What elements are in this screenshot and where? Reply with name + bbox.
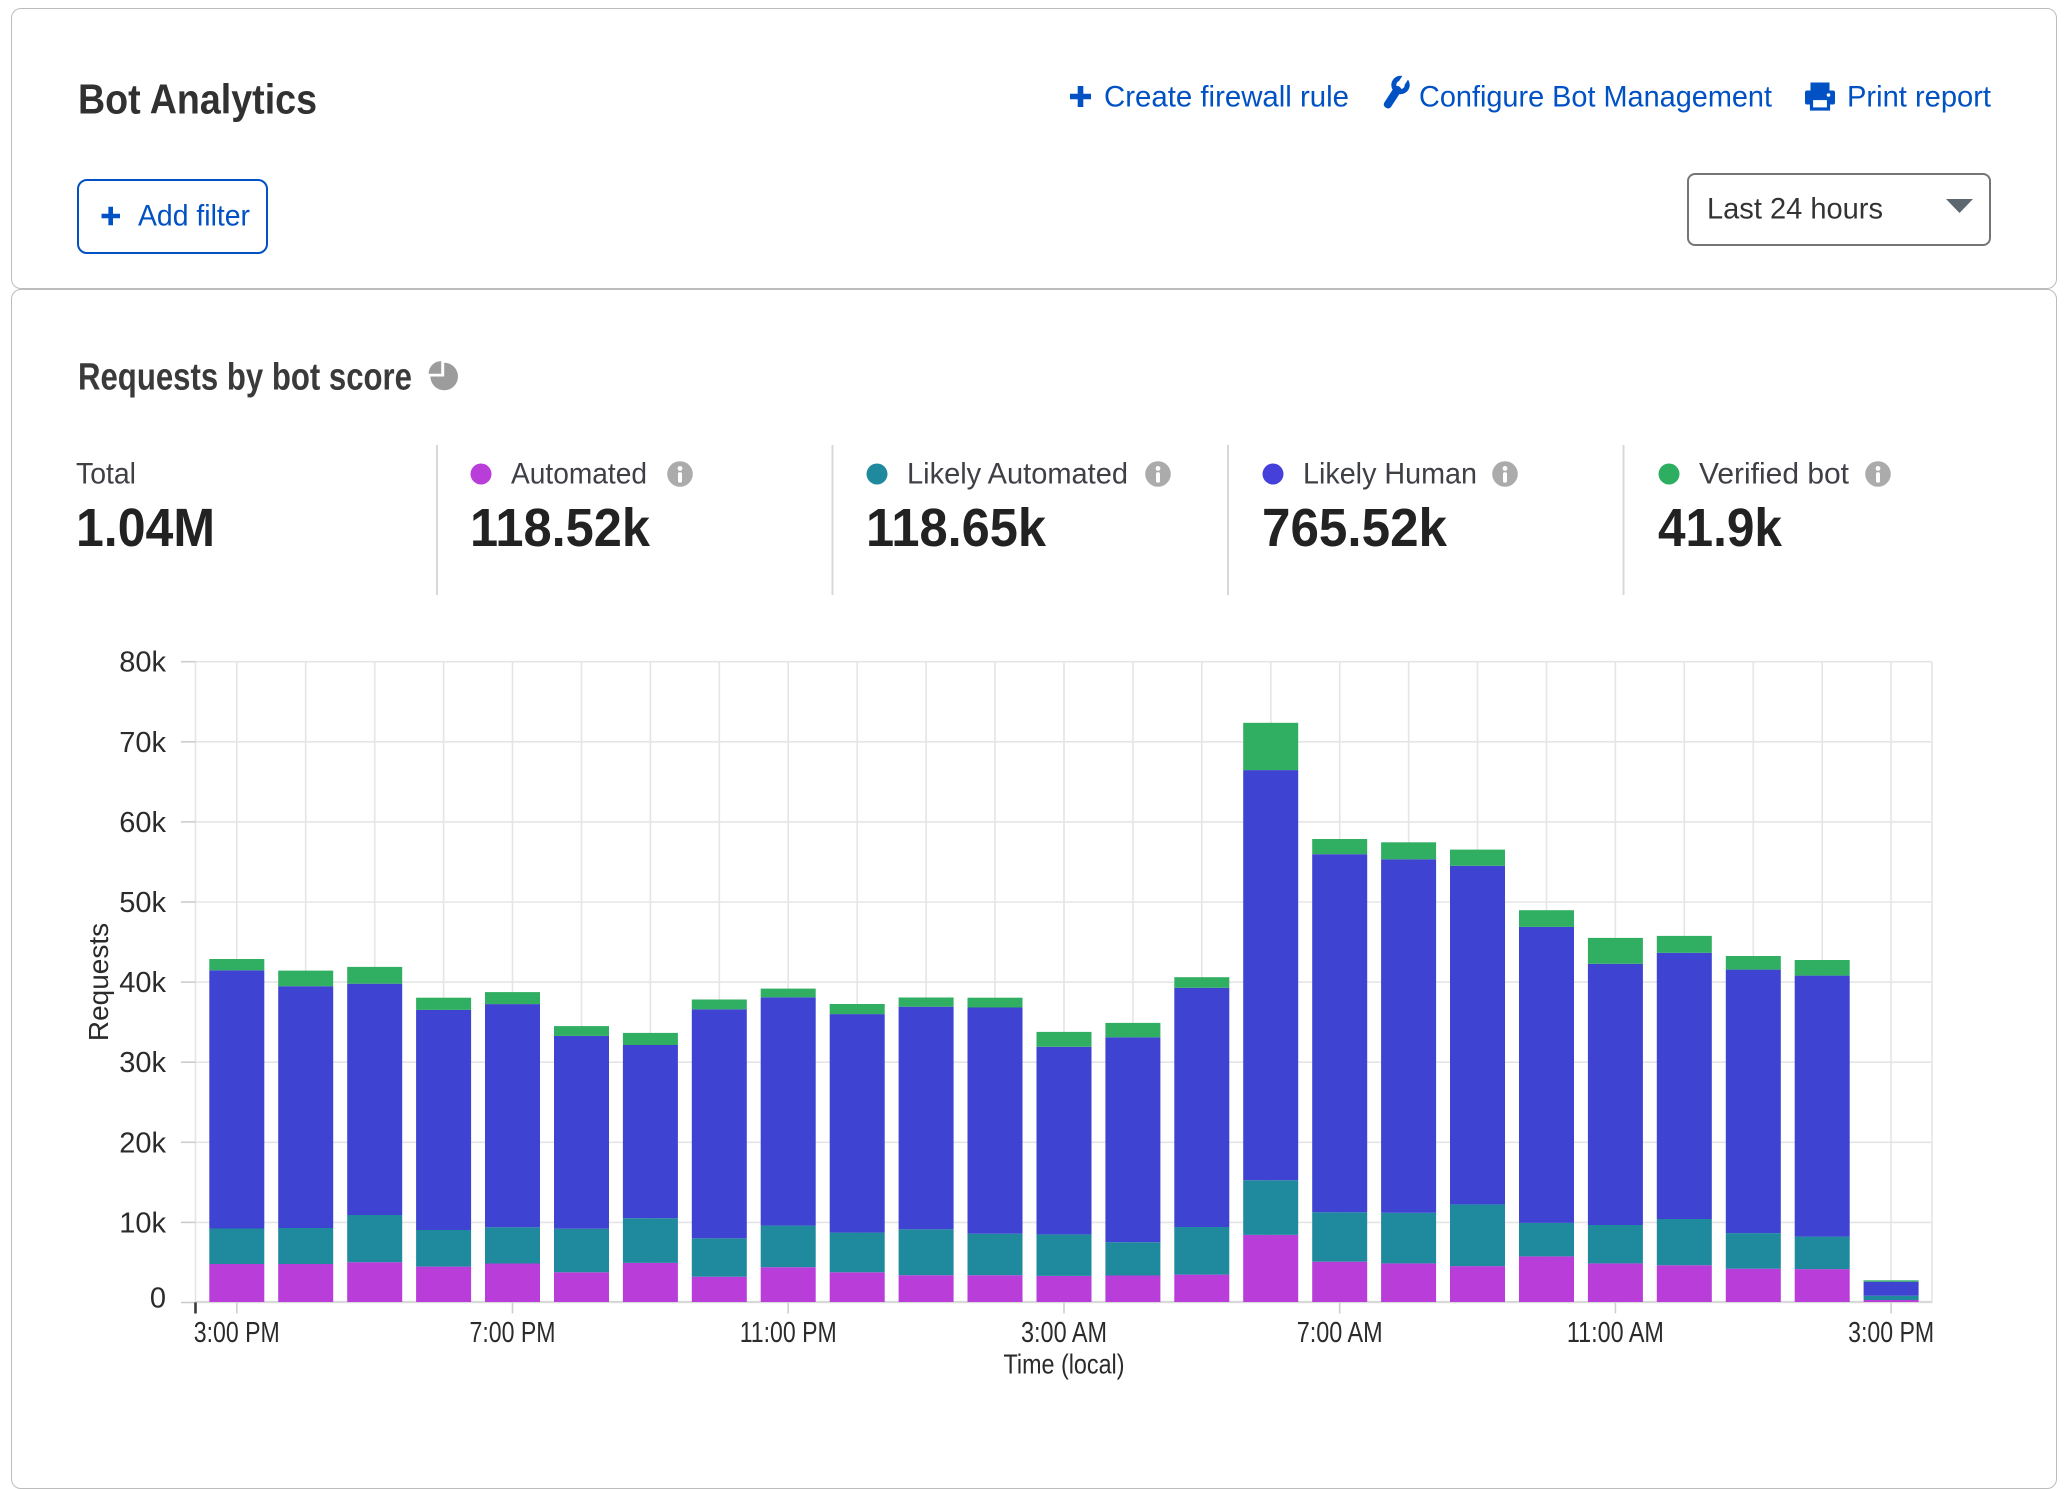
svg-text:Add filter: Add filter [138, 200, 250, 233]
svg-text:Verified bot: Verified bot [1699, 458, 1850, 491]
svg-text:30k: 30k [119, 1047, 166, 1079]
svg-text:765.52k: 765.52k [1262, 498, 1448, 558]
svg-text:1.04M: 1.04M [76, 498, 215, 558]
svg-text:7:00 PM: 7:00 PM [470, 1317, 556, 1349]
svg-text:10k: 10k [119, 1207, 166, 1239]
svg-text:118.52k: 118.52k [470, 498, 651, 558]
svg-text:70k: 70k [119, 727, 166, 759]
svg-text:Print report: Print report [1847, 81, 1992, 114]
svg-text:Create firewall rule: Create firewall rule [1104, 81, 1349, 114]
svg-text:11:00 AM: 11:00 AM [1567, 1317, 1664, 1349]
svg-text:Total: Total [76, 458, 136, 491]
svg-text:60k: 60k [119, 807, 166, 839]
svg-text:Last 24 hours: Last 24 hours [1707, 193, 1883, 226]
svg-text:Likely Human: Likely Human [1303, 458, 1477, 491]
svg-text:Bot Analytics: Bot Analytics [78, 76, 317, 123]
svg-text:3:00 PM: 3:00 PM [1848, 1317, 1934, 1349]
svg-text:118.65k: 118.65k [866, 498, 1047, 558]
svg-text:50k: 50k [119, 887, 166, 919]
svg-text:20k: 20k [119, 1127, 166, 1159]
svg-text:0: 0 [150, 1283, 166, 1315]
svg-text:Likely Automated: Likely Automated [907, 458, 1128, 491]
svg-text:11:00 PM: 11:00 PM [740, 1317, 837, 1349]
svg-text:Time (local): Time (local) [1004, 1349, 1125, 1380]
svg-text:3:00 AM: 3:00 AM [1021, 1317, 1107, 1349]
svg-text:Requests by bot score: Requests by bot score [78, 357, 412, 399]
svg-text:Automated: Automated [511, 458, 647, 491]
svg-text:41.9k: 41.9k [1658, 498, 1783, 558]
svg-text:80k: 80k [119, 647, 166, 679]
svg-text:7:00 AM: 7:00 AM [1297, 1317, 1383, 1349]
svg-text:40k: 40k [119, 967, 166, 999]
svg-text:Configure Bot Management: Configure Bot Management [1419, 81, 1773, 114]
svg-text:3:00 PM: 3:00 PM [194, 1317, 280, 1349]
svg-text:Requests: Requests [83, 923, 114, 1041]
